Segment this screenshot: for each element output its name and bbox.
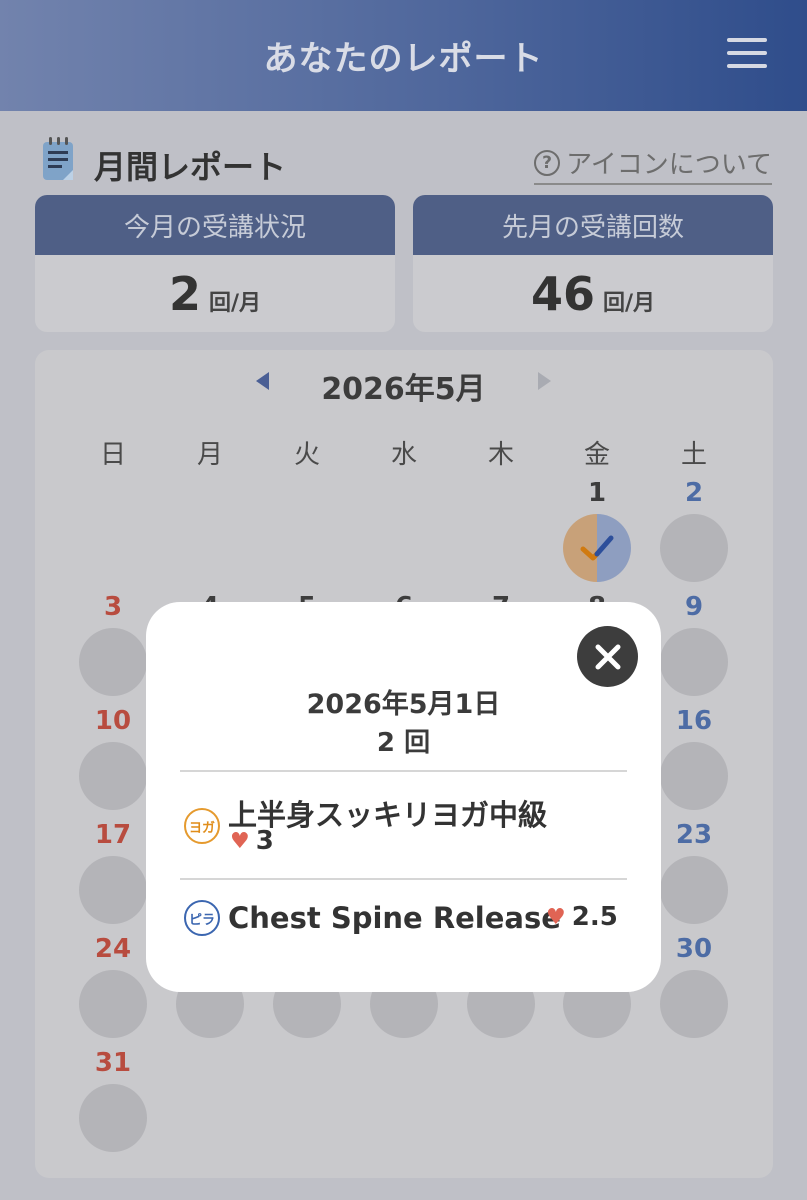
weekday-wed: 水 (390, 440, 417, 470)
hamburger-menu-icon[interactable] (727, 38, 767, 68)
heart-icon: ♥ (230, 828, 250, 854)
day-number: 10 (94, 706, 132, 736)
day-number: 17 (94, 820, 132, 850)
close-popup-button[interactable] (577, 626, 638, 687)
day-cell[interactable] (79, 970, 147, 1038)
popup-lesson-count: 2 回 (376, 728, 431, 758)
pilates-badge-icon: ピラ (184, 900, 220, 936)
section-title-row: 月間レポート ? アイコンについて (40, 134, 772, 188)
lesson-score: ♥ 3 (230, 826, 274, 856)
month-label: 2026年5月 (321, 372, 486, 407)
day-number: 31 (94, 1048, 132, 1078)
last-month-stat-card: 先月の受講回数 46 回/月 (413, 195, 773, 332)
lesson-score: ♥ 2.5 (546, 902, 618, 932)
popup-divider (180, 878, 627, 880)
day-cell[interactable] (79, 1084, 147, 1152)
day-cell[interactable] (79, 856, 147, 924)
stat-label: 先月の受講回数 (413, 195, 773, 255)
day-number: 23 (675, 820, 713, 850)
day-cell[interactable] (79, 628, 147, 696)
day-cell[interactable] (660, 514, 728, 582)
app-header: あなたのレポート (0, 0, 807, 111)
day-number: 9 (684, 592, 704, 622)
day-number: 2 (684, 478, 704, 508)
stat-unit: 回/月 (602, 290, 656, 316)
popup-divider (180, 770, 627, 772)
stat-value: 2 (168, 266, 201, 321)
day-number: 30 (675, 934, 713, 964)
calendar-nav: 2026年5月 (0, 362, 807, 407)
weekday-sun: 日 (99, 440, 126, 470)
weekday-thu: 木 (487, 440, 514, 470)
day-number: 3 (103, 592, 123, 622)
weekday-tue: 火 (293, 440, 320, 470)
yoga-badge-icon: ヨガ (184, 808, 220, 844)
day-cell[interactable] (660, 970, 728, 1038)
lesson-score-value: 2.5 (571, 902, 618, 932)
next-month-arrow-icon[interactable] (538, 372, 551, 390)
day-cell-completed[interactable] (563, 514, 631, 582)
day-number: 24 (94, 934, 132, 964)
weekday-mon: 月 (196, 440, 223, 470)
check-icon (580, 535, 614, 561)
weekday-sat: 土 (680, 440, 707, 470)
close-icon (595, 644, 620, 669)
lesson-score-value: 3 (255, 826, 274, 856)
stat-value: 46 (530, 266, 595, 321)
weekday-fri: 金 (583, 440, 610, 470)
day-cell[interactable] (79, 742, 147, 810)
help-link-label: アイコンについて (566, 150, 772, 180)
day-cell[interactable] (660, 856, 728, 924)
day-number: 1 (587, 478, 607, 508)
section-title: 月間レポート (94, 148, 287, 186)
popup-date: 2026年5月1日 (306, 689, 501, 720)
lesson-name[interactable]: 上半身スッキリヨガ中級 (228, 792, 547, 834)
icon-help-link[interactable]: ? アイコンについて (534, 144, 772, 185)
header-title: あなたのレポート (263, 39, 544, 79)
report-document-icon (43, 137, 73, 180)
question-circle-icon: ? (534, 149, 561, 176)
heart-icon: ♥ (546, 904, 566, 930)
day-number: 16 (675, 706, 713, 736)
day-cell[interactable] (660, 628, 728, 696)
day-cell[interactable] (660, 742, 728, 810)
stat-label: 今月の受講状況 (35, 195, 395, 255)
this-month-stat-card: 今月の受講状況 2 回/月 (35, 195, 395, 332)
lesson-name[interactable]: Chest Spine Release (228, 901, 561, 935)
stat-unit: 回/月 (208, 290, 262, 316)
